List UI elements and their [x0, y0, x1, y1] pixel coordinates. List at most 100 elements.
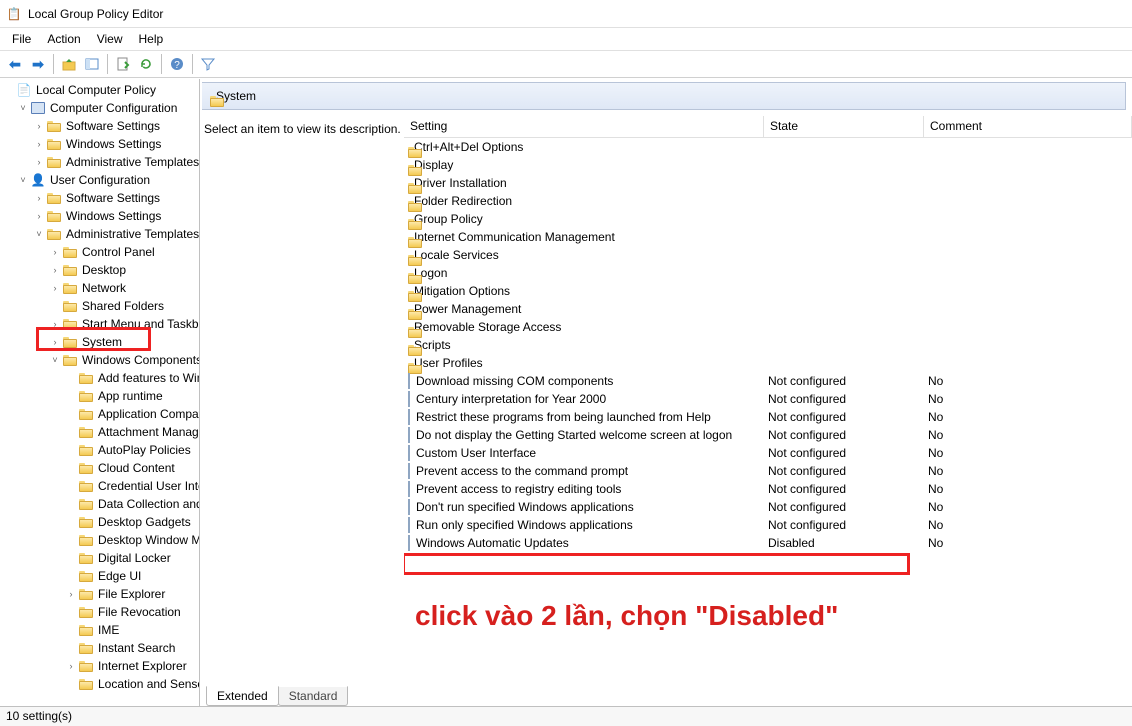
chevron-right-icon[interactable]: › — [48, 247, 62, 257]
list-item-label: Don't run specified Windows applications — [416, 500, 634, 514]
tree-ime[interactable]: IME — [0, 621, 199, 639]
export-button[interactable] — [112, 53, 134, 75]
list-folder-item[interactable]: Locale Services — [404, 246, 1132, 264]
chevron-down-icon[interactable]: ˅ — [16, 175, 30, 185]
menu-view[interactable]: View — [89, 30, 131, 48]
chevron-right-icon[interactable]: › — [48, 265, 62, 275]
forward-button[interactable]: ➡ — [27, 53, 49, 75]
tree-user-config[interactable]: ˅ 👤 User Configuration — [0, 171, 199, 189]
list-setting-item[interactable]: Windows Automatic UpdatesDisabledNo — [404, 534, 1132, 552]
tree-desktop-gadgets[interactable]: Desktop Gadgets — [0, 513, 199, 531]
list-setting-item[interactable]: Prevent access to registry editing tools… — [404, 480, 1132, 498]
list-folder-item[interactable]: User Profiles — [404, 354, 1132, 372]
list-setting-item[interactable]: Don't run specified Windows applications… — [404, 498, 1132, 516]
list-setting-item[interactable]: Run only specified Windows applicationsN… — [404, 516, 1132, 534]
tree-attachment[interactable]: Attachment Manager — [0, 423, 199, 441]
tree-shared-folders[interactable]: Shared Folders — [0, 297, 199, 315]
chevron-right-icon[interactable]: › — [48, 337, 62, 347]
tree-uc-software[interactable]: ›Software Settings — [0, 189, 199, 207]
list-setting-item[interactable]: Century interpretation for Year 2000Not … — [404, 390, 1132, 408]
list-folder-item[interactable]: Group Policy — [404, 210, 1132, 228]
chevron-right-icon[interactable]: › — [48, 283, 62, 293]
tree-digital-locker[interactable]: Digital Locker — [0, 549, 199, 567]
menu-file[interactable]: File — [4, 30, 39, 48]
tree-credential[interactable]: Credential User Interface — [0, 477, 199, 495]
menu-action[interactable]: Action — [39, 30, 88, 48]
list-folder-item[interactable]: Power Management — [404, 300, 1132, 318]
user-icon: 👤 — [30, 172, 46, 188]
tree-instant-search[interactable]: Instant Search — [0, 639, 199, 657]
list-item-comment: No — [924, 482, 1132, 496]
list-pane: Setting State Comment Ctrl+Alt+Del Optio… — [404, 116, 1132, 684]
list-setting-item[interactable]: Do not display the Getting Started welco… — [404, 426, 1132, 444]
tree-system[interactable]: › System — [0, 333, 199, 351]
list-folder-item[interactable]: Display — [404, 156, 1132, 174]
col-comment[interactable]: Comment — [924, 116, 1132, 138]
chevron-right-icon[interactable]: › — [32, 121, 46, 131]
tree-location[interactable]: Location and Sensors — [0, 675, 199, 693]
list-setting-item[interactable]: Download missing COM componentsNot confi… — [404, 372, 1132, 390]
tree-windows-components[interactable]: ˅Windows Components — [0, 351, 199, 369]
refresh-button[interactable] — [135, 53, 157, 75]
tree-start-menu[interactable]: ›Start Menu and Taskbar — [0, 315, 199, 333]
tree-cc-windows[interactable]: ›Windows Settings — [0, 135, 199, 153]
filter-button[interactable] — [197, 53, 219, 75]
tree-uc-admin[interactable]: ˅Administrative Templates — [0, 225, 199, 243]
tree-label: Add features to Windows 10 — [96, 371, 199, 385]
tree-file-revocation[interactable]: File Revocation — [0, 603, 199, 621]
tree-scroll[interactable]: 📄 Local Computer Policy ˅ Computer Confi… — [0, 79, 199, 706]
tree-app-runtime[interactable]: App runtime — [0, 387, 199, 405]
tree-internet-explorer[interactable]: ›Internet Explorer — [0, 657, 199, 675]
tree-label: System — [80, 335, 122, 349]
folder-icon — [78, 676, 94, 692]
menu-help[interactable]: Help — [131, 30, 172, 48]
tree-application-compat[interactable]: Application Compatibility — [0, 405, 199, 423]
tree-control-panel[interactable]: ›Control Panel — [0, 243, 199, 261]
col-setting[interactable]: Setting — [404, 116, 764, 138]
tree-root[interactable]: 📄 Local Computer Policy — [0, 81, 199, 99]
show-hide-tree-button[interactable] — [81, 53, 103, 75]
tree-uc-windows[interactable]: ›Windows Settings — [0, 207, 199, 225]
help-button[interactable]: ? — [166, 53, 188, 75]
tree-edge-ui[interactable]: Edge UI — [0, 567, 199, 585]
tree-file-explorer[interactable]: ›File Explorer — [0, 585, 199, 603]
tree-network[interactable]: ›Network — [0, 279, 199, 297]
chevron-right-icon[interactable]: › — [32, 139, 46, 149]
chevron-right-icon[interactable]: › — [64, 661, 78, 671]
list-folder-item[interactable]: Ctrl+Alt+Del Options — [404, 138, 1132, 156]
back-button[interactable]: ⬅ — [4, 53, 26, 75]
chevron-right-icon[interactable]: › — [32, 211, 46, 221]
tree-autoplay[interactable]: AutoPlay Policies — [0, 441, 199, 459]
list-setting-item[interactable]: Custom User InterfaceNot configuredNo — [404, 444, 1132, 462]
tree-cc-software[interactable]: ›Software Settings — [0, 117, 199, 135]
list-folder-item[interactable]: Mitigation Options — [404, 282, 1132, 300]
list-setting-item[interactable]: Prevent access to the command promptNot … — [404, 462, 1132, 480]
chevron-right-icon[interactable]: › — [64, 589, 78, 599]
tree-desktop-window[interactable]: Desktop Window Manager — [0, 531, 199, 549]
tab-standard[interactable]: Standard — [278, 686, 349, 706]
toolbar-separator — [107, 54, 108, 74]
list-folder-item[interactable]: Scripts — [404, 336, 1132, 354]
chevron-down-icon[interactable]: ˅ — [32, 229, 46, 239]
list-setting-item[interactable]: Restrict these programs from being launc… — [404, 408, 1132, 426]
chevron-right-icon[interactable]: › — [48, 319, 62, 329]
tree-add-features[interactable]: Add features to Windows 10 — [0, 369, 199, 387]
chevron-down-icon[interactable]: ˅ — [48, 355, 62, 365]
chevron-right-icon[interactable]: › — [32, 157, 46, 167]
tree-computer-config[interactable]: ˅ Computer Configuration — [0, 99, 199, 117]
tree-desktop[interactable]: ›Desktop — [0, 261, 199, 279]
tree-data-collection[interactable]: Data Collection and Preview Builds — [0, 495, 199, 513]
chevron-right-icon[interactable]: › — [32, 193, 46, 203]
list-folder-item[interactable]: Folder Redirection — [404, 192, 1132, 210]
tab-extended[interactable]: Extended — [206, 686, 279, 706]
col-state[interactable]: State — [764, 116, 924, 138]
tree-cloud-content[interactable]: Cloud Content — [0, 459, 199, 477]
list-folder-item[interactable]: Logon — [404, 264, 1132, 282]
list-folder-item[interactable]: Internet Communication Management — [404, 228, 1132, 246]
chevron-down-icon[interactable]: ˅ — [16, 103, 30, 113]
tree-cc-admin[interactable]: ›Administrative Templates — [0, 153, 199, 171]
up-button[interactable] — [58, 53, 80, 75]
list-folder-item[interactable]: Driver Installation — [404, 174, 1132, 192]
setting-icon — [408, 500, 410, 514]
list-folder-item[interactable]: Removable Storage Access — [404, 318, 1132, 336]
